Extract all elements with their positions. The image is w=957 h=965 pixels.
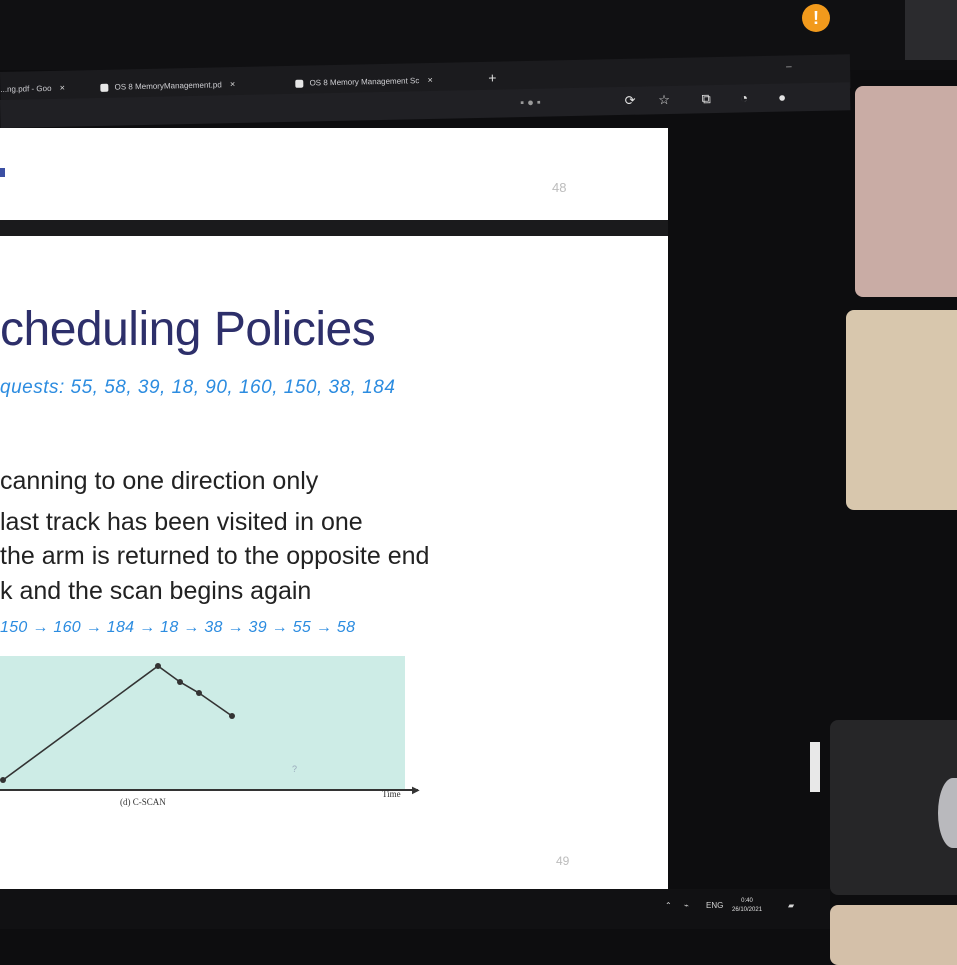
- tab-2[interactable]: OS 8 MemoryManagement.pd ×: [100, 75, 235, 96]
- handwritten-sequence: 150 → 160 → 184 → 18 → 38 → 39 → 55 → 58: [0, 619, 356, 636]
- handwritten-requests: quests: 55, 58, 39, 18, 90, 160, 150, 38…: [0, 377, 396, 398]
- chevron-up-icon[interactable]: ⌃: [665, 901, 672, 910]
- network-icon[interactable]: ⌁: [684, 901, 689, 910]
- new-tab-button[interactable]: +: [488, 69, 497, 87]
- cscan-chart-line: [0, 663, 235, 783]
- clock-date: 26/10/2021: [732, 907, 763, 913]
- language-indicator[interactable]: ENG: [706, 901, 723, 910]
- video-tile-4: [830, 905, 957, 965]
- chart-point: [196, 690, 202, 696]
- notification-icon[interactable]: ▰: [788, 901, 794, 910]
- page-number-48: 48: [552, 180, 567, 195]
- page-number-49: 49: [556, 854, 570, 868]
- history-icon[interactable]: ◔: [736, 90, 752, 106]
- bullet-line-3: the arm is returned to the opposite end: [0, 542, 430, 570]
- slide-title: cheduling Policies: [0, 303, 376, 356]
- tab-1[interactable]: ...ng.pdf - Goo ×: [0, 79, 65, 98]
- alert-icon[interactable]: !: [802, 4, 830, 32]
- tab-3-label: OS 8 Memory Management Sc: [309, 76, 420, 88]
- extensions-icon[interactable]: ⧉: [698, 91, 714, 107]
- close-icon[interactable]: ×: [427, 75, 432, 85]
- bullet-line-2: last track has been visited in one: [0, 508, 363, 536]
- pdf-page-49: cheduling Policies quests: 55, 58, 39, 1…: [0, 236, 668, 889]
- chart-x-axis: [0, 789, 418, 791]
- close-icon[interactable]: ×: [230, 79, 235, 89]
- chart-caption: (d) C-SCAN: [120, 797, 166, 807]
- star-icon[interactable]: ☆: [656, 92, 672, 108]
- slide-marker: [0, 168, 5, 177]
- system-clock[interactable]: 0:40 26/10/2021: [732, 897, 762, 915]
- bullet-line-4: k and the scan begins again: [0, 577, 312, 605]
- video-tile-2: [846, 310, 957, 510]
- clock-time: 0:40: [741, 898, 753, 904]
- chart-time-label: Time: [382, 789, 401, 799]
- extension-icons: ▪ ● ▪: [520, 96, 541, 110]
- tab-1-label: ...ng.pdf - Goo: [0, 83, 52, 94]
- chart-point: [177, 679, 183, 685]
- tab-2-label: OS 8 MemoryManagement.pd: [114, 80, 222, 92]
- scrollbar[interactable]: [810, 742, 820, 792]
- taskbar: ⌃ ⌁ ENG 0:40 26/10/2021 ▰: [0, 889, 830, 929]
- arrow-right-icon: ▶: [412, 785, 420, 796]
- profile-avatar-icon[interactable]: ●: [774, 89, 790, 105]
- page-separator: [0, 220, 668, 236]
- pdf-file-icon: [100, 83, 109, 92]
- pdf-page-48: 48: [0, 128, 668, 220]
- chart-point: [0, 777, 6, 783]
- video-tile-1: [855, 86, 957, 297]
- close-icon[interactable]: ×: [60, 83, 65, 93]
- video-tile-top: [905, 0, 957, 60]
- chart-point: [155, 663, 161, 669]
- minimize-button[interactable]: –: [786, 61, 792, 72]
- tab-3[interactable]: OS 8 Memory Management Sc ×: [295, 71, 433, 92]
- chart-point: [229, 713, 235, 719]
- pdf-file-icon: [295, 79, 304, 88]
- bullet-line-1: canning to one direction only: [0, 467, 319, 495]
- faint-mark: ?: [292, 764, 298, 774]
- refresh-icon[interactable]: ⟳: [622, 93, 638, 109]
